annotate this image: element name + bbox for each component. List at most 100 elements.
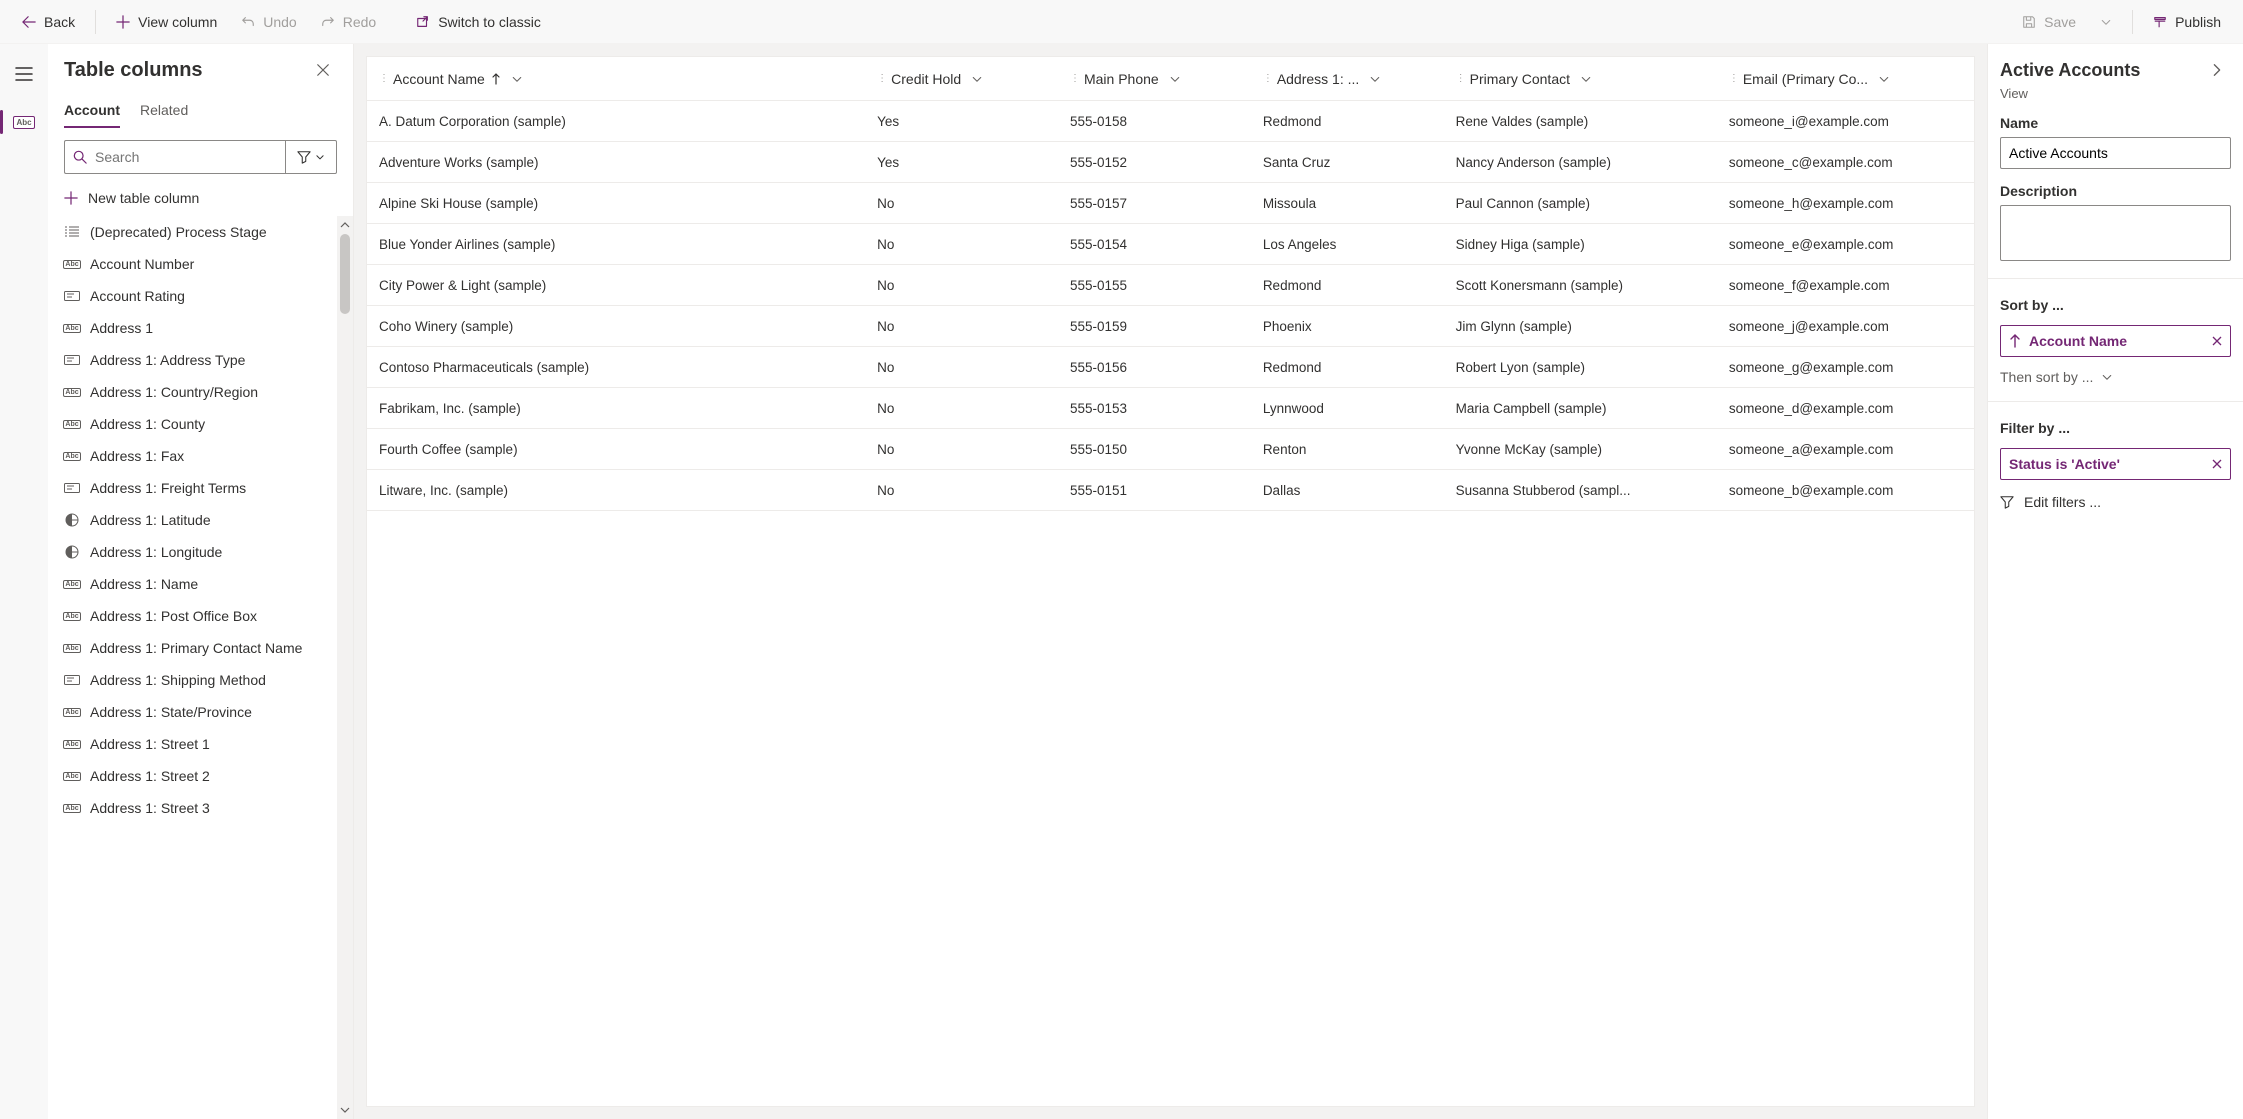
tab-account[interactable]: Account bbox=[64, 92, 120, 128]
plus-icon bbox=[116, 15, 130, 29]
column-item[interactable]: Abc Address 1: Post Office Box bbox=[48, 600, 351, 632]
column-item[interactable]: AbcAddress 1 bbox=[48, 312, 351, 344]
table-row[interactable]: City Power & Light (sample)No555-0155Red… bbox=[367, 265, 1974, 306]
column-type-icon bbox=[64, 674, 80, 686]
table-columns-rail-button[interactable]: Abc bbox=[6, 104, 42, 140]
edit-filters-button[interactable]: Edit filters ... bbox=[1988, 494, 2243, 526]
table-cell: No bbox=[865, 347, 1058, 387]
publish-button[interactable]: Publish bbox=[2143, 4, 2231, 40]
table-cell: Susanna Stubberod (sampl... bbox=[1444, 470, 1717, 510]
column-type-icon bbox=[64, 514, 80, 526]
view-description-input[interactable] bbox=[2000, 205, 2231, 261]
chevron-down-icon bbox=[971, 73, 983, 85]
column-item-label: Address 1: Post Office Box bbox=[90, 608, 257, 624]
filter-chip[interactable]: Status is 'Active' bbox=[2000, 448, 2231, 480]
column-item[interactable]: Address 1: Longitude bbox=[48, 536, 351, 568]
sort-chip[interactable]: Account Name bbox=[2000, 325, 2231, 357]
grid-column-header[interactable]: ⋮Credit Hold bbox=[865, 57, 1058, 100]
chevron-down-icon bbox=[1878, 73, 1890, 85]
table-cell: Yes bbox=[865, 142, 1058, 182]
column-item[interactable]: Address 1: Shipping Method bbox=[48, 664, 351, 696]
table-cell: someone_h@example.com bbox=[1717, 183, 1974, 223]
chevron-down-icon bbox=[1169, 73, 1181, 85]
then-sort-by-label: Then sort by ... bbox=[2000, 369, 2093, 385]
new-table-column-button[interactable]: New table column bbox=[48, 182, 353, 216]
abc-icon: Abc bbox=[13, 116, 34, 129]
column-item-label: Address 1: Street 2 bbox=[90, 768, 210, 784]
column-item[interactable]: AbcAccount Number bbox=[48, 248, 351, 280]
grid-column-header[interactable]: ⋮Main Phone bbox=[1058, 57, 1251, 100]
grid-column-header[interactable]: ⋮Primary Contact bbox=[1444, 57, 1717, 100]
remove-sort-button[interactable] bbox=[2212, 336, 2222, 346]
scrollbar-thumb[interactable] bbox=[340, 234, 350, 314]
table-row[interactable]: Fourth Coffee (sample)No555-0150RentonYv… bbox=[367, 429, 1974, 470]
save-dropdown-button[interactable] bbox=[2090, 4, 2122, 40]
search-box[interactable] bbox=[64, 140, 285, 174]
column-item[interactable]: AbcAddress 1: Street 2 bbox=[48, 760, 351, 792]
column-item[interactable]: Address 1: Address Type bbox=[48, 344, 351, 376]
column-item[interactable]: AbcAddress 1: Country/Region bbox=[48, 376, 351, 408]
table-cell: No bbox=[865, 429, 1058, 469]
search-input[interactable] bbox=[95, 149, 277, 165]
remove-filter-button[interactable] bbox=[2212, 459, 2222, 469]
close-panel-button[interactable] bbox=[309, 56, 337, 84]
column-type-icon bbox=[64, 226, 80, 238]
table-cell: someone_c@example.com bbox=[1717, 142, 1974, 182]
column-type-icon: Abc bbox=[64, 610, 80, 622]
column-item[interactable]: AbcAddress 1: Name bbox=[48, 568, 351, 600]
column-item[interactable]: AbcAddress 1: Street 3 bbox=[48, 792, 351, 824]
column-item[interactable]: AbcAddress 1: Street 1 bbox=[48, 728, 351, 760]
view-column-button[interactable]: View column bbox=[106, 4, 227, 40]
grid-column-header[interactable]: ⋮Email (Primary Co... bbox=[1717, 57, 1974, 100]
list-scrollbar[interactable] bbox=[337, 216, 353, 1119]
tab-related[interactable]: Related bbox=[140, 92, 188, 128]
sort-chip-text: Account Name bbox=[2029, 333, 2127, 349]
view-name-input[interactable] bbox=[2000, 137, 2231, 169]
view-properties-panel: Active Accounts View Name Description So… bbox=[1987, 44, 2243, 1119]
column-item-label: Address 1: County bbox=[90, 416, 205, 432]
table-cell: No bbox=[865, 265, 1058, 305]
column-item[interactable]: AbcAddress 1: County bbox=[48, 408, 351, 440]
grid-column-header[interactable]: ⋮Account Name bbox=[367, 57, 865, 100]
column-item[interactable]: (Deprecated) Process Stage bbox=[48, 216, 351, 248]
view-subtitle: View bbox=[1988, 84, 2243, 115]
table-row[interactable]: Coho Winery (sample)No555-0159PhoenixJim… bbox=[367, 306, 1974, 347]
column-item[interactable]: AbcAddress 1: Primary Contact Name bbox=[48, 632, 351, 664]
table-row[interactable]: Contoso Pharmaceuticals (sample)No555-01… bbox=[367, 347, 1974, 388]
table-row[interactable]: Fabrikam, Inc. (sample)No555-0153Lynnwoo… bbox=[367, 388, 1974, 429]
table-row[interactable]: A. Datum Corporation (sample)Yes555-0158… bbox=[367, 101, 1974, 142]
table-cell: Redmond bbox=[1251, 347, 1444, 387]
undo-button[interactable]: Undo bbox=[231, 4, 306, 40]
back-button[interactable]: Back bbox=[12, 4, 85, 40]
column-type-icon: Abc bbox=[64, 738, 80, 750]
table-row[interactable]: Adventure Works (sample)Yes555-0152Santa… bbox=[367, 142, 1974, 183]
table-cell: 555-0152 bbox=[1058, 142, 1251, 182]
then-sort-by-button[interactable]: Then sort by ... bbox=[1988, 363, 2243, 401]
search-icon bbox=[73, 150, 87, 164]
column-item[interactable]: Account Rating bbox=[48, 280, 351, 312]
column-item-label: (Deprecated) Process Stage bbox=[90, 224, 267, 240]
column-item[interactable]: Address 1: Freight Terms bbox=[48, 472, 351, 504]
column-item[interactable]: Address 1: Latitude bbox=[48, 504, 351, 536]
redo-button[interactable]: Redo bbox=[311, 4, 386, 40]
expand-panel-button[interactable] bbox=[2203, 56, 2231, 84]
table-row[interactable]: Blue Yonder Airlines (sample)No555-0154L… bbox=[367, 224, 1974, 265]
table-cell: Dallas bbox=[1251, 470, 1444, 510]
hamburger-button[interactable] bbox=[6, 56, 42, 92]
column-item-label: Address 1: Address Type bbox=[90, 352, 245, 368]
column-item[interactable]: AbcAddress 1: Fax bbox=[48, 440, 351, 472]
column-item[interactable]: AbcAddress 1: State/Province bbox=[48, 696, 351, 728]
switch-classic-button[interactable]: Switch to classic bbox=[406, 4, 551, 40]
column-item-label: Address 1 bbox=[90, 320, 153, 336]
table-row[interactable]: Litware, Inc. (sample)No555-0151DallasSu… bbox=[367, 470, 1974, 511]
column-item-label: Address 1: Latitude bbox=[90, 512, 211, 528]
column-type-icon: Abc bbox=[64, 706, 80, 718]
table-row[interactable]: Alpine Ski House (sample)No555-0157Misso… bbox=[367, 183, 1974, 224]
column-header-label: Primary Contact bbox=[1470, 71, 1570, 87]
table-cell: someone_g@example.com bbox=[1717, 347, 1974, 387]
filter-button[interactable] bbox=[285, 140, 337, 174]
grid-column-header[interactable]: ⋮Address 1: ... bbox=[1251, 57, 1444, 100]
undo-icon bbox=[241, 15, 255, 29]
new-column-label: New table column bbox=[88, 190, 199, 206]
save-button[interactable]: Save bbox=[2012, 4, 2086, 40]
